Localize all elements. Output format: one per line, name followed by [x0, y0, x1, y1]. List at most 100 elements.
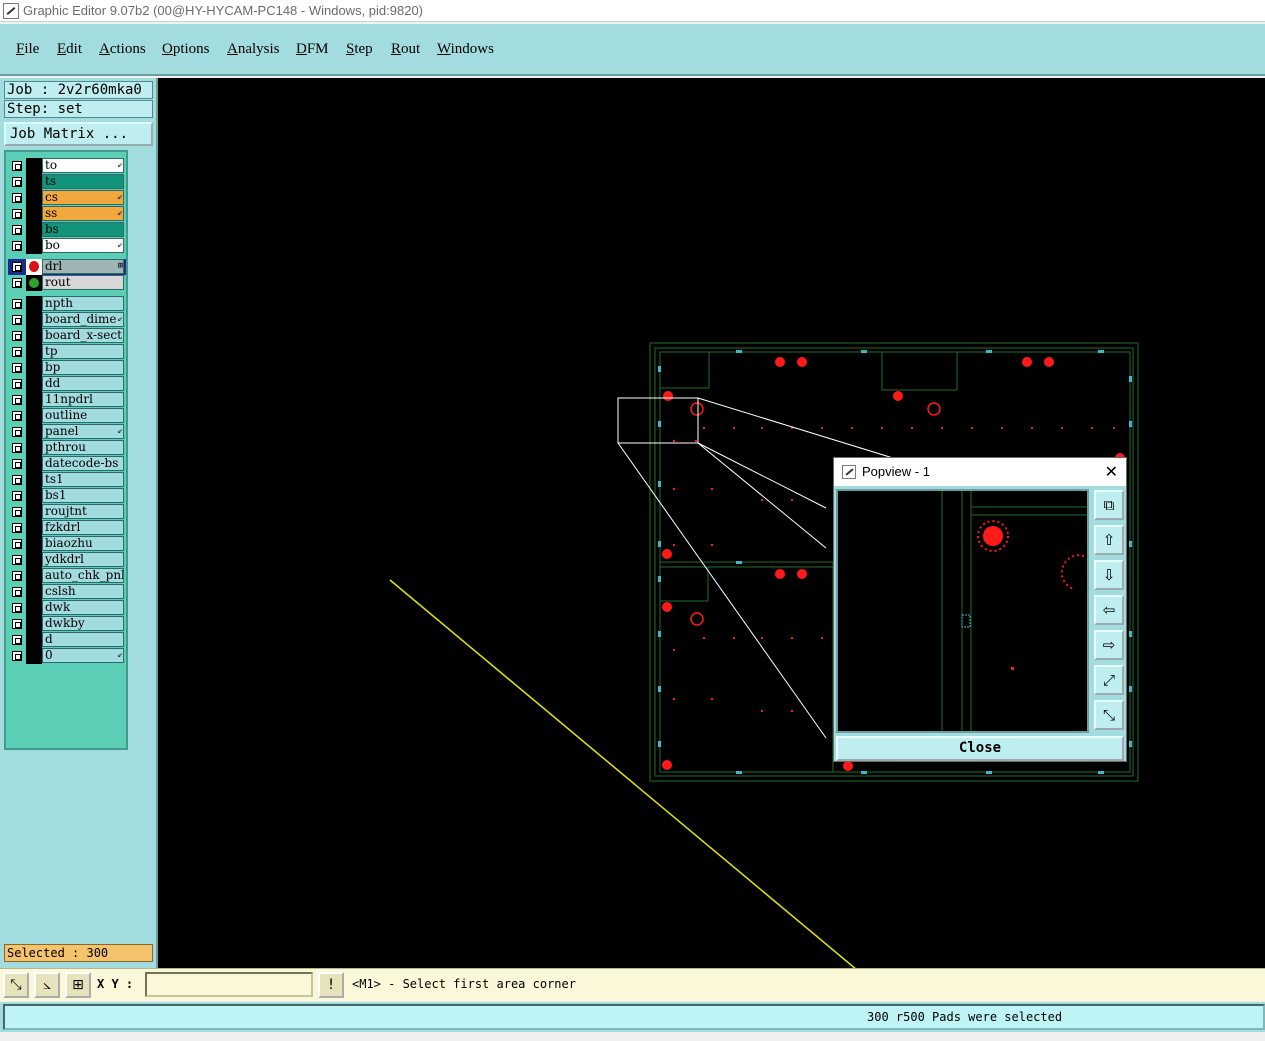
layer-row-dd[interactable]: dd	[8, 376, 126, 392]
layer-row-to[interactable]: to ⇙	[8, 158, 126, 174]
layer-swatch[interactable]	[26, 392, 42, 408]
layer-row-auto-chk-pnl[interactable]: auto_chk_pnl	[8, 568, 126, 584]
pan-up-icon[interactable]: ⇧	[1094, 525, 1124, 555]
layer-row-outline[interactable]: outline	[8, 408, 126, 424]
layer-swatch[interactable]	[26, 259, 42, 275]
layer-checkbox[interactable]	[12, 411, 22, 421]
menu-rout[interactable]: Rout	[391, 41, 420, 58]
layer-swatch[interactable]	[26, 222, 42, 238]
layer-name[interactable]: pthrou	[42, 440, 124, 455]
layer-swatch[interactable]	[26, 520, 42, 536]
layer-checkbox[interactable]	[12, 241, 22, 251]
pan-down-icon[interactable]: ⇩	[1094, 560, 1124, 590]
layer-checkbox[interactable]	[12, 193, 22, 203]
layer-checkbox[interactable]	[12, 507, 22, 517]
layer-name[interactable]: bs1	[42, 488, 124, 503]
layer-row-bs[interactable]: bs	[8, 222, 126, 238]
pan-left-icon[interactable]: ⇦	[1094, 595, 1124, 625]
xy-input[interactable]	[145, 972, 313, 997]
layer-checkbox[interactable]	[12, 635, 22, 645]
layer-name[interactable]: outline	[42, 408, 124, 423]
layer-swatch[interactable]	[26, 312, 42, 328]
measure-icon[interactable]: ⦣	[34, 972, 60, 998]
layer-name[interactable]: ts	[42, 174, 124, 189]
layer-swatch[interactable]	[26, 584, 42, 600]
layer-row-roujtnt[interactable]: roujtnt	[8, 504, 126, 520]
layer-checkbox[interactable]	[12, 555, 22, 565]
popview-close-button[interactable]: Close	[836, 736, 1124, 761]
layer-name[interactable]: 0	[42, 648, 124, 663]
layer-swatch[interactable]	[26, 238, 42, 254]
layer-name[interactable]: rout	[42, 275, 124, 290]
layer-name[interactable]: bp	[42, 360, 124, 375]
zoom-fit-icon[interactable]: ⧉	[1094, 490, 1124, 520]
layer-name[interactable]: tp	[42, 344, 124, 359]
layer-row-cslsh[interactable]: cslsh	[8, 584, 126, 600]
layer-swatch[interactable]	[26, 472, 42, 488]
layer-row-datecode-bs[interactable]: datecode-bs	[8, 456, 126, 472]
layer-swatch[interactable]	[26, 488, 42, 504]
layer-name[interactable]: roujtnt	[42, 504, 124, 519]
layer-swatch[interactable]	[26, 424, 42, 440]
layer-name[interactable]: board_dime	[42, 312, 124, 327]
layer-row-dwk[interactable]: dwk	[8, 600, 126, 616]
layer-name[interactable]: board_x-sect	[42, 328, 124, 343]
layer-swatch[interactable]	[26, 456, 42, 472]
layer-name[interactable]: cs	[42, 190, 124, 205]
layer-row-panel[interactable]: panel ⇙	[8, 424, 126, 440]
layer-swatch[interactable]	[26, 616, 42, 632]
layer-row-pthrou[interactable]: pthrou	[8, 440, 126, 456]
layer-checkbox[interactable]	[12, 523, 22, 533]
layer-checkbox[interactable]	[12, 161, 22, 171]
menu-step[interactable]: Step	[346, 41, 373, 58]
layer-name[interactable]: panel	[42, 424, 124, 439]
layer-swatch[interactable]	[26, 600, 42, 616]
layer-name[interactable]: d	[42, 632, 124, 647]
layer-row-bp[interactable]: bp	[8, 360, 126, 376]
job-matrix-button[interactable]: Job Matrix ...	[4, 122, 153, 146]
menu-actions[interactable]: Actions	[99, 41, 146, 58]
layer-swatch[interactable]	[26, 296, 42, 312]
layer-name[interactable]: bo	[42, 238, 124, 253]
layer-swatch[interactable]	[26, 206, 42, 222]
layer-row-dwkby[interactable]: dwkby	[8, 616, 126, 632]
layer-name[interactable]: fzkdrl	[42, 520, 124, 535]
layer-swatch[interactable]	[26, 275, 42, 291]
menu-file[interactable]: File	[16, 41, 39, 58]
layer-name[interactable]: cslsh	[42, 584, 124, 599]
layer-name[interactable]: to	[42, 158, 124, 173]
layer-checkbox[interactable]	[12, 209, 22, 219]
layer-row-ydkdrl[interactable]: ydkdrl	[8, 552, 126, 568]
layer-row-board-dime[interactable]: board_dime ⇙	[8, 312, 126, 328]
layer-row-0[interactable]: 0 ⇙	[8, 648, 126, 664]
layer-checkbox[interactable]	[12, 587, 22, 597]
layer-row-tp[interactable]: tp	[8, 344, 126, 360]
layer-checkbox[interactable]	[12, 363, 22, 373]
alert-icon[interactable]: !	[318, 972, 344, 998]
layer-checkbox[interactable]	[12, 315, 22, 325]
layer-checkbox[interactable]	[12, 299, 22, 309]
layer-swatch[interactable]	[26, 344, 42, 360]
layer-name[interactable]: dd	[42, 376, 124, 391]
layer-swatch[interactable]	[26, 504, 42, 520]
layer-swatch[interactable]	[26, 568, 42, 584]
layer-row-drl[interactable]: drl ⊞	[8, 259, 126, 275]
layer-row-ss[interactable]: ss ⇙	[8, 206, 126, 222]
layer-checkbox[interactable]	[12, 427, 22, 437]
layer-row-11npdrl[interactable]: 11npdrl	[8, 392, 126, 408]
layer-name[interactable]: dwk	[42, 600, 124, 615]
layer-swatch[interactable]	[26, 328, 42, 344]
menu-analysis[interactable]: Analysis	[227, 41, 280, 58]
layer-checkbox[interactable]	[12, 262, 22, 272]
layer-row-bs1[interactable]: bs1	[8, 488, 126, 504]
layer-name[interactable]: datecode-bs	[42, 456, 124, 471]
layer-checkbox[interactable]	[12, 379, 22, 389]
layer-checkbox[interactable]	[12, 331, 22, 341]
menu-options[interactable]: Options	[162, 41, 210, 58]
layer-name[interactable]: 11npdrl	[42, 392, 124, 407]
layer-swatch[interactable]	[26, 360, 42, 376]
layer-checkbox[interactable]	[12, 177, 22, 187]
layer-swatch[interactable]	[26, 536, 42, 552]
layer-swatch[interactable]	[26, 190, 42, 206]
menu-windows[interactable]: Windows	[437, 41, 494, 58]
